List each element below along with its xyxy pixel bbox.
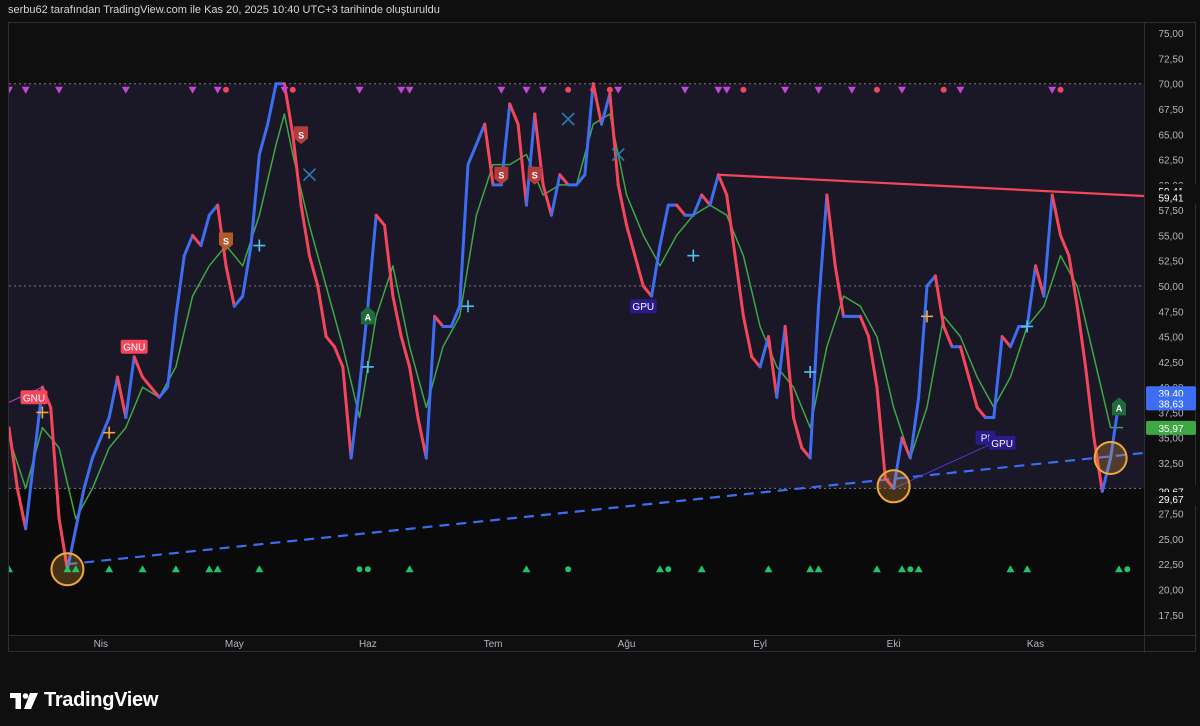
y-tick-label: 75,00 bbox=[1158, 29, 1183, 40]
price-label-text: 35,97 bbox=[1158, 424, 1183, 435]
signal-badge: GPU bbox=[629, 299, 657, 314]
chart-frame[interactable]: 75,0072,5070,0067,5065,0062,5060,0057,50… bbox=[8, 22, 1197, 653]
top-dot-marker bbox=[222, 86, 229, 93]
y-tick-label: 57,50 bbox=[1158, 206, 1183, 217]
x-month-label: Tem bbox=[484, 639, 503, 650]
price-label-text: 29,67 bbox=[1158, 495, 1183, 506]
x-month-label: Nis bbox=[94, 639, 108, 650]
badge-label: GNU bbox=[123, 343, 145, 354]
x-month-label: May bbox=[225, 639, 244, 650]
x-month-label: Ağu bbox=[618, 639, 636, 650]
y-tick-label: 17,50 bbox=[1158, 611, 1183, 622]
top-dot-marker bbox=[873, 86, 880, 93]
badge-label: S bbox=[498, 171, 504, 181]
chart-attribution: serbu62 tarafından TradingView.com ile K… bbox=[8, 4, 440, 16]
bottom-dot-marker bbox=[1124, 566, 1131, 573]
y-tick-label: 22,50 bbox=[1158, 560, 1183, 571]
y-tick-label: 20,00 bbox=[1158, 585, 1183, 596]
y-tick-label: 45,00 bbox=[1158, 333, 1183, 344]
y-tick-label: 72,50 bbox=[1158, 54, 1183, 65]
y-tick-label: 35,00 bbox=[1158, 434, 1183, 445]
price-axis-label: 35,97 bbox=[1146, 420, 1196, 435]
price-axis-label: 29,67 bbox=[1146, 491, 1196, 506]
bottom-dot-marker bbox=[907, 566, 914, 573]
badge-label: S bbox=[223, 236, 229, 246]
y-tick-label: 65,00 bbox=[1158, 130, 1183, 141]
top-dot-marker bbox=[590, 86, 597, 93]
x-month-label: Eki bbox=[887, 639, 901, 650]
top-dot-marker bbox=[565, 86, 572, 93]
y-tick-label: 47,50 bbox=[1158, 307, 1183, 318]
highlight-circle bbox=[1093, 440, 1128, 475]
badge-label: A bbox=[1116, 403, 1123, 413]
x-month-label: Haz bbox=[359, 639, 377, 650]
top-dot-marker bbox=[606, 86, 613, 93]
y-tick-label: 67,50 bbox=[1158, 105, 1183, 116]
top-dot-marker bbox=[940, 86, 947, 93]
price-label-text: 38,63 bbox=[1158, 399, 1183, 410]
y-tick-label: 55,00 bbox=[1158, 231, 1183, 242]
tradingview-logo-icon bbox=[10, 692, 38, 709]
indicator-chart[interactable]: 75,0072,5070,0067,5065,0062,5060,0057,50… bbox=[9, 23, 1197, 653]
tradingview-brand[interactable]: TradingView bbox=[10, 689, 158, 712]
y-tick-label: 62,50 bbox=[1158, 156, 1183, 167]
y-tick-label: 32,50 bbox=[1158, 459, 1183, 470]
top-dot-marker bbox=[1057, 86, 1064, 93]
badge-label: S bbox=[298, 130, 304, 140]
price-label-text: 59,41 bbox=[1158, 193, 1183, 204]
y-tick-label: 50,00 bbox=[1158, 282, 1183, 293]
x-month-label: Eyl bbox=[753, 639, 767, 650]
top-dot-marker bbox=[740, 86, 747, 93]
highlight-circle bbox=[876, 469, 911, 504]
price-axis-label: 59,41 bbox=[1146, 190, 1196, 205]
top-dot-marker bbox=[289, 86, 296, 93]
badge-label: GNU bbox=[23, 393, 45, 404]
price-axis-label: 38,63 bbox=[1146, 396, 1196, 411]
y-tick-label: 27,50 bbox=[1158, 510, 1183, 521]
bottom-dot-marker bbox=[364, 566, 371, 573]
y-tick-label: 42,50 bbox=[1158, 358, 1183, 369]
y-tick-label: 52,50 bbox=[1158, 257, 1183, 268]
y-tick-label: 25,00 bbox=[1158, 535, 1183, 546]
badge-label: GPU bbox=[632, 302, 654, 313]
badge-label: S bbox=[532, 171, 538, 181]
y-tick-label: 70,00 bbox=[1158, 80, 1183, 91]
bottom-dot-marker bbox=[665, 566, 672, 573]
x-month-label: Kas bbox=[1027, 639, 1044, 650]
brand-name: TradingView bbox=[44, 689, 159, 711]
badge-label: GPU bbox=[991, 439, 1013, 450]
signal-badge: GNU bbox=[20, 390, 48, 405]
badge-label: A bbox=[365, 312, 372, 322]
oversold-zone bbox=[9, 488, 1144, 635]
bottom-dot-marker bbox=[356, 566, 363, 573]
signal-badge: GPU bbox=[988, 435, 1016, 450]
signal-badge: GNU bbox=[120, 339, 148, 354]
bottom-dot-marker bbox=[565, 566, 572, 573]
